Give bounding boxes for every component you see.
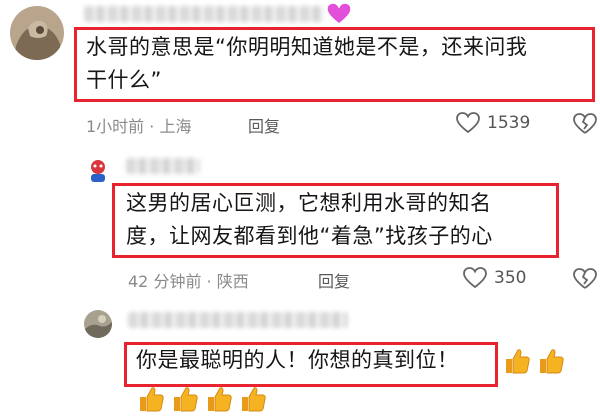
dislike-button[interactable] [572,112,598,140]
thumbs-up-icon [208,387,232,412]
emoji-row [136,384,268,414]
username-blurred[interactable] [126,158,200,174]
avatar[interactable] [10,6,64,60]
username-blurred[interactable] [128,312,348,328]
meta-separator: · [144,117,160,136]
dislike-button[interactable] [572,267,598,295]
comment-location: 上海 [159,117,192,136]
comment-2: 这男的居心叵测，它想利用水哥的知名 度，让网友都看到他“着急”找孩子的心 42 … [0,140,600,300]
broken-heart-icon [573,113,597,134]
like-button[interactable]: 1539 [455,111,530,135]
heart-outline-icon [456,112,480,134]
heart-badge [326,2,352,30]
like-count: 1539 [487,113,531,133]
comment-location: 陕西 [216,272,249,291]
heart-outline-icon [463,267,487,289]
like-count: 350 [494,268,527,288]
comment-1: 水哥的意思是“你明明知道她是不是，还来问我 干什么” 1小时前 · 上海 回复 … [0,0,600,140]
comment-time: 42 分钟前 [128,272,202,291]
comment-text-line-1: 水哥的意思是“你明明知道她是不是，还来问我 [86,35,528,59]
username-blurred[interactable] [84,6,324,22]
thumbs-up-icon [242,387,266,412]
thumbs-up-icon [540,349,564,374]
comment-text-line-1: 这男的居心叵测，它想利用水哥的知名 [126,191,492,215]
thumbs-up-icon [174,387,198,412]
thumbs-up-icon [140,387,164,412]
thumbs-up-icon [506,349,530,374]
comment-time: 1小时前 [86,117,145,136]
avatar[interactable] [84,156,112,184]
comment-meta: 42 分钟前 · 陕西 [128,268,249,292]
comment-text-line-2: 度，让网友都看到他“着急”找孩子的心 [126,224,493,248]
emoji-row [502,346,566,376]
comment-text: 你是最聪明的人！你想的真到位！ [136,348,459,372]
avatar[interactable] [84,310,112,338]
comment-text-line-2: 干什么” [86,68,162,92]
comment-3: 你是最聪明的人！你想的真到位！ [0,300,600,419]
like-button[interactable]: 350 [462,266,526,290]
meta-separator: · [201,272,217,291]
reply-button[interactable]: 回复 [318,268,350,292]
broken-heart-icon [573,268,597,289]
reply-button[interactable]: 回复 [248,113,280,137]
comment-meta: 1小时前 · 上海 [86,113,191,137]
